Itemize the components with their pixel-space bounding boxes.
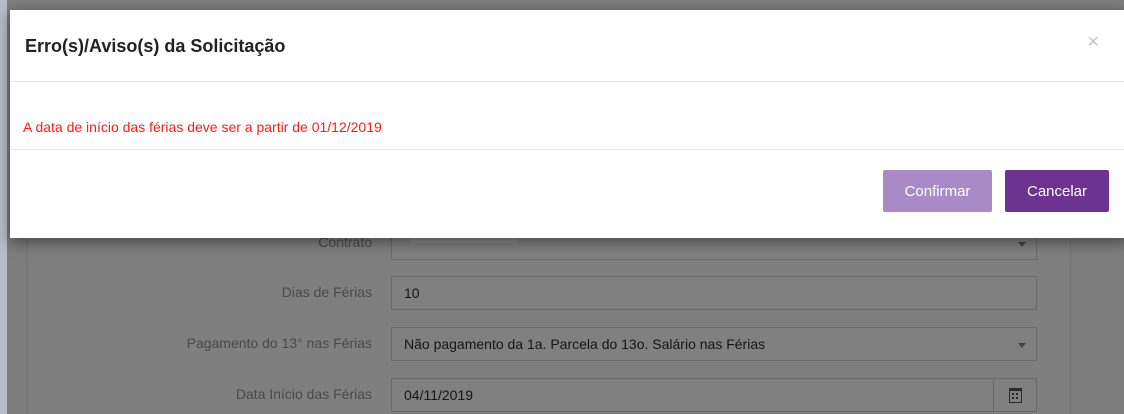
chevron-down-icon xyxy=(1018,242,1026,247)
dias-ferias-label: Dias de Férias xyxy=(281,284,372,300)
page-left-edge xyxy=(0,0,7,414)
calendar-icon xyxy=(1008,387,1022,403)
dias-ferias-input[interactable]: 10 xyxy=(391,276,1037,310)
modal-body: A data de início das férias deve ser a p… xyxy=(10,82,1124,150)
error-warning-modal: Erro(s)/Aviso(s) da Solicitação × A data… xyxy=(10,10,1124,238)
pagamento-13-select[interactable]: Não pagamento da 1a. Parcela do 13o. Sal… xyxy=(391,327,1037,361)
close-icon[interactable]: × xyxy=(1087,32,1099,52)
modal-header: Erro(s)/Aviso(s) da Solicitação × xyxy=(10,10,1124,82)
confirm-button[interactable]: Confirmar xyxy=(883,170,992,212)
modal-title: Erro(s)/Aviso(s) da Solicitação xyxy=(25,36,286,56)
calendar-button[interactable] xyxy=(993,379,1036,411)
data-inicio-input[interactable]: 04/11/2019 xyxy=(391,378,1037,412)
data-inicio-label: Data Início das Férias xyxy=(235,386,372,402)
modal-footer: Confirmar Cancelar xyxy=(10,150,1124,238)
cancel-button[interactable]: Cancelar xyxy=(1005,170,1109,212)
chevron-down-icon xyxy=(1018,343,1026,348)
form-row-dias-ferias: Dias de Férias 10 xyxy=(7,276,1124,310)
form-row-pagamento-13: Pagamento do 13° nas Férias Não pagament… xyxy=(7,327,1124,361)
data-inicio-value: 04/11/2019 xyxy=(404,387,474,403)
pagamento-13-label: Pagamento do 13° nas Férias xyxy=(186,335,372,351)
error-message: A data de início das férias deve ser a p… xyxy=(23,119,382,135)
form-row-data-inicio: Data Início das Férias 04/11/2019 xyxy=(7,378,1124,412)
pagamento-13-value: Não pagamento da 1a. Parcela do 13o. Sal… xyxy=(404,336,766,352)
